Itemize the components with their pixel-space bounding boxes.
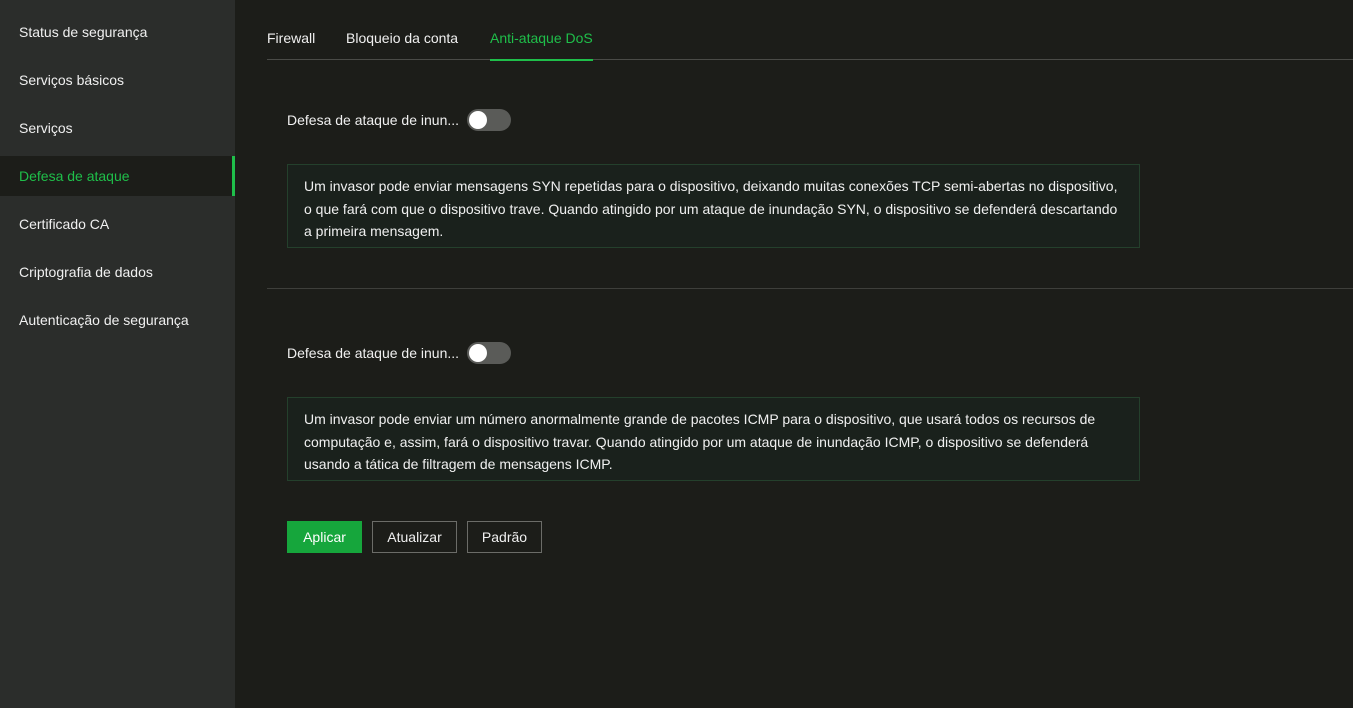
tab-dos-anti-attack[interactable]: Anti-ataque DoS xyxy=(490,0,593,61)
toggle-knob xyxy=(469,344,487,362)
apply-button[interactable]: Aplicar xyxy=(287,521,362,553)
default-button[interactable]: Padrão xyxy=(467,521,542,553)
icmp-flood-description: Um invasor pode enviar um número anormal… xyxy=(287,397,1140,481)
icmp-flood-defense-toggle[interactable] xyxy=(467,342,511,364)
sidebar: Status de segurança Serviços básicos Ser… xyxy=(0,0,235,708)
syn-flood-defense-toggle[interactable] xyxy=(467,109,511,131)
section-divider xyxy=(267,288,1353,289)
toggle-knob xyxy=(469,111,487,129)
sidebar-item-data-encryption[interactable]: Criptografia de dados xyxy=(0,252,235,292)
tab-account-lockout[interactable]: Bloqueio da conta xyxy=(346,0,458,60)
tab-firewall[interactable]: Firewall xyxy=(267,0,315,60)
sidebar-item-services[interactable]: Serviços xyxy=(0,108,235,148)
sidebar-item-attack-defense[interactable]: Defesa de ataque xyxy=(0,156,235,196)
app-window: Status de segurança Serviços básicos Ser… xyxy=(0,0,1353,708)
sidebar-item-ca-certificate[interactable]: Certificado CA xyxy=(0,204,235,244)
icmp-flood-defense-label: Defesa de ataque de inun... xyxy=(287,345,460,361)
syn-flood-description: Um invasor pode enviar mensagens SYN rep… xyxy=(287,164,1140,248)
sidebar-item-security-authentication[interactable]: Autenticação de segurança xyxy=(0,300,235,340)
syn-flood-defense-label: Defesa de ataque de inun... xyxy=(287,112,460,128)
sidebar-item-basic-services[interactable]: Serviços básicos xyxy=(0,60,235,100)
tab-bar: Firewall Bloqueio da conta Anti-ataque D… xyxy=(267,0,1353,61)
sidebar-item-security-status[interactable]: Status de segurança xyxy=(0,12,235,52)
refresh-button[interactable]: Atualizar xyxy=(372,521,457,553)
main-content: Firewall Bloqueio da conta Anti-ataque D… xyxy=(235,0,1353,708)
